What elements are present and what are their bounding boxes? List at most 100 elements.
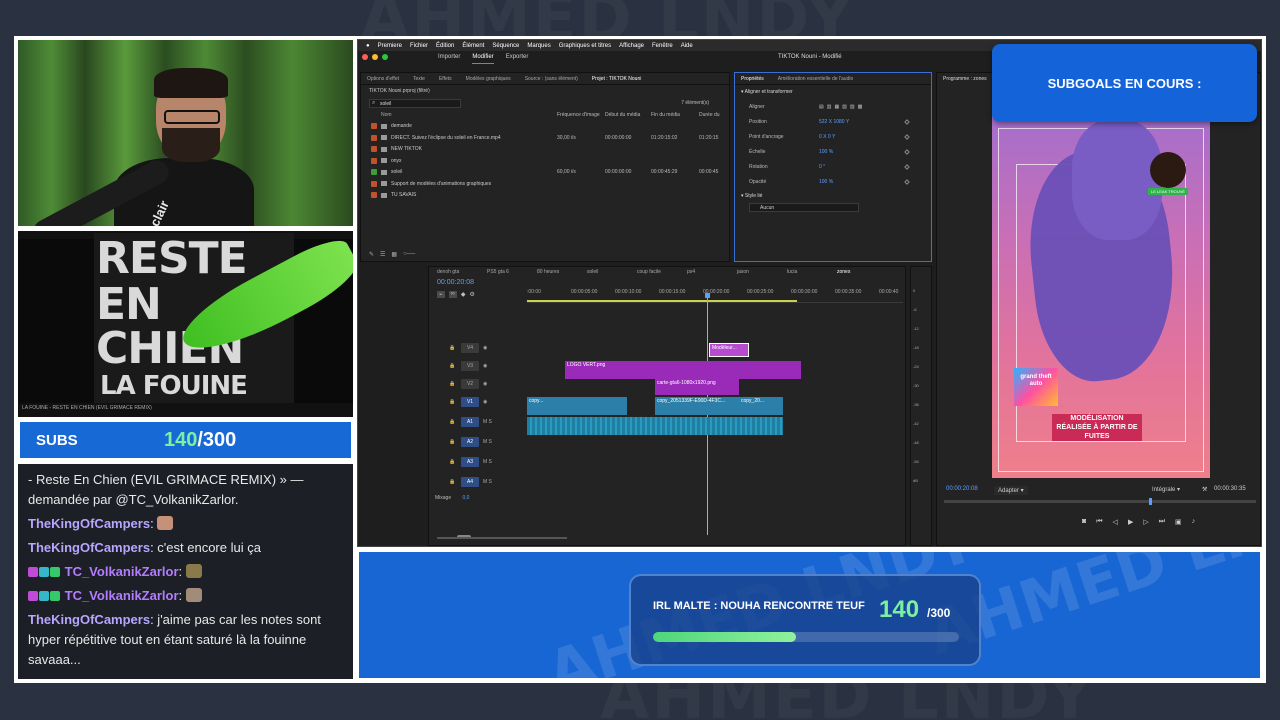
col-start[interactable]: Début du média [605,112,640,118]
forward-frame-icon[interactable]: ▷ [1143,518,1148,526]
minimize-window-icon[interactable] [372,54,378,60]
project-item[interactable]: demande [361,121,729,133]
clip-v1-c[interactable]: copy_20... [739,397,783,415]
track-label-v3[interactable]: V3 [461,361,479,371]
maximize-window-icon[interactable] [382,54,388,60]
zoom-slider[interactable]: ○── [403,251,415,257]
project-item[interactable]: onyx [361,155,729,167]
search-input[interactable]: soleil [369,99,461,108]
playhead-handle[interactable] [705,293,710,298]
timeline-playhead[interactable] [707,295,708,535]
safe-margins-icon[interactable]: ▣ [1175,518,1182,526]
lock-track-icon[interactable]: 🔒 [449,363,455,369]
scale-value[interactable]: 100 % [819,149,833,155]
chat-username[interactable]: TC_VolkanikZarlor [65,564,179,579]
settings-icon[interactable]: ⚙ [470,291,475,298]
project-item[interactable]: Support de modèles d'animations graphiqu… [361,178,729,190]
timeline-zoom-scrollbar[interactable] [437,537,567,539]
track-label-a3[interactable]: A3 [461,457,479,467]
sequence-tab[interactable]: jason [737,267,749,277]
mute-solo-buttons[interactable]: M S [483,479,492,485]
track-label-a2[interactable]: A2 [461,437,479,447]
menu-graphics[interactable]: Graphiques et titres [559,43,611,49]
link-icon[interactable]: ∞ [448,291,457,298]
lock-track-icon[interactable]: 🔒 [449,399,455,405]
lock-track-icon[interactable]: 🔒 [449,479,455,485]
lock-track-icon[interactable]: 🔒 [449,381,455,387]
mix-value[interactable]: 0,0 [463,495,470,501]
tab-project[interactable]: Projet : TIKTOK Nouni [592,76,642,82]
menu-help[interactable]: Aide [681,43,693,49]
work-area-bar[interactable] [527,300,797,302]
lock-track-icon[interactable]: 🔒 [449,345,455,351]
project-item[interactable]: NEW TIKTOK [361,144,729,156]
program-timecode[interactable]: 00:00:20:08 [946,486,978,492]
project-item[interactable]: TU SAVAIS [361,190,729,202]
mute-solo-buttons[interactable]: M S [483,459,492,465]
label-color-swatch[interactable] [371,192,377,199]
lock-track-icon[interactable]: 🔒 [449,459,455,465]
grid-view-icon[interactable]: ▦ [391,251,397,258]
clip-v1-b[interactable]: copy_2051339F-E90D-4F3C... [655,397,739,415]
play-icon[interactable]: ▶ [1128,518,1133,526]
opacity-value[interactable]: 100 % [819,179,833,185]
toggle-visibility-icon[interactable]: ◉ [483,363,487,369]
toggle-visibility-icon[interactable]: ◉ [483,381,487,387]
mute-solo-buttons[interactable]: M S [483,419,492,425]
volume-icon[interactable]: ♪ [1192,518,1196,526]
pencil-icon[interactable]: ✎ [369,251,374,258]
project-item[interactable]: DIRECT. Suivez l'éclipse du soleil en Fr… [361,132,729,144]
label-color-swatch[interactable] [371,169,377,176]
position-value[interactable]: 522 X 1080 Y [819,119,849,125]
toggle-visibility-icon[interactable]: ◉ [483,399,487,405]
align-buttons[interactable]: ▤▥▦▧▨▩ [819,104,865,110]
tab-audio-enhance[interactable]: Amélioration essentielle de l'audio [778,76,853,82]
wrench-icon[interactable]: ⚒ [1202,486,1207,493]
tab-import[interactable]: Importer [438,51,460,64]
sequence-tab[interactable]: 80 heures [537,267,559,277]
track-label-a1[interactable]: A1 [461,417,479,427]
keyframe-icon[interactable] [904,118,910,125]
step-back-icon[interactable]: ⏮ [1096,518,1102,526]
lock-track-icon[interactable]: 🔒 [449,419,455,425]
keyframe-icon[interactable] [904,133,910,140]
label-color-swatch[interactable] [371,157,377,164]
apple-icon[interactable]: ● [366,43,370,49]
list-view-icon[interactable]: ☰ [380,251,385,258]
tab-edit[interactable]: Modifier [472,51,494,64]
col-name[interactable]: Nom [381,112,392,118]
col-end[interactable]: Fin du média [651,112,680,118]
back-frame-icon[interactable]: ◁ [1113,518,1118,526]
snap-icon[interactable]: ⌁ [437,291,445,298]
step-forward-icon[interactable]: ⏭ [1159,518,1165,526]
sequence-tab[interactable]: ps4 [687,267,695,277]
sequence-tab[interactable]: zones [837,267,850,277]
lock-track-icon[interactable]: 🔒 [449,439,455,445]
sequence-tab[interactable]: denoh gta [437,267,459,277]
clip-v3-logo[interactable]: LOGO VERT.png [565,361,801,379]
sequence-tab[interactable]: lucia [787,267,797,277]
toggle-visibility-icon[interactable]: ◉ [483,345,487,351]
project-item[interactable]: soleil 60,00 i/s 00:00:00:00 00:00:45:29 00:… [361,167,729,179]
chat-username[interactable]: TC_VolkanikZarlor [65,588,179,603]
style-dropdown[interactable]: Aucun [749,203,859,212]
clip-v2-map[interactable]: carte-gta6-1080x1920.png [655,379,739,395]
clip-v4-template[interactable]: Modèleur... [709,343,749,357]
sequence-tab[interactable]: soleil [587,267,598,277]
keyframe-icon[interactable] [904,148,910,155]
tab-effects[interactable]: Effets [439,76,452,82]
label-color-swatch[interactable] [371,134,377,141]
sequence-tab[interactable]: coup facile [637,267,661,277]
menu-sequence[interactable]: Séquence [492,43,519,49]
close-window-icon[interactable] [362,54,368,60]
clip-v1-a[interactable]: copy... [527,397,627,415]
fit-dropdown[interactable]: Adapter ▾ [994,486,1028,495]
menu-file[interactable]: Fichier [410,43,428,49]
anchor-value[interactable]: 0 X 0 Y [819,134,835,140]
menu-element[interactable]: Élément [462,43,484,49]
col-fps[interactable]: Fréquence d'image [557,112,600,118]
tab-effect-options[interactable]: Options d'effet [367,76,399,82]
label-color-swatch[interactable] [371,123,377,130]
mute-solo-buttons[interactable]: M S [483,439,492,445]
menu-app[interactable]: Premiere [378,43,402,49]
